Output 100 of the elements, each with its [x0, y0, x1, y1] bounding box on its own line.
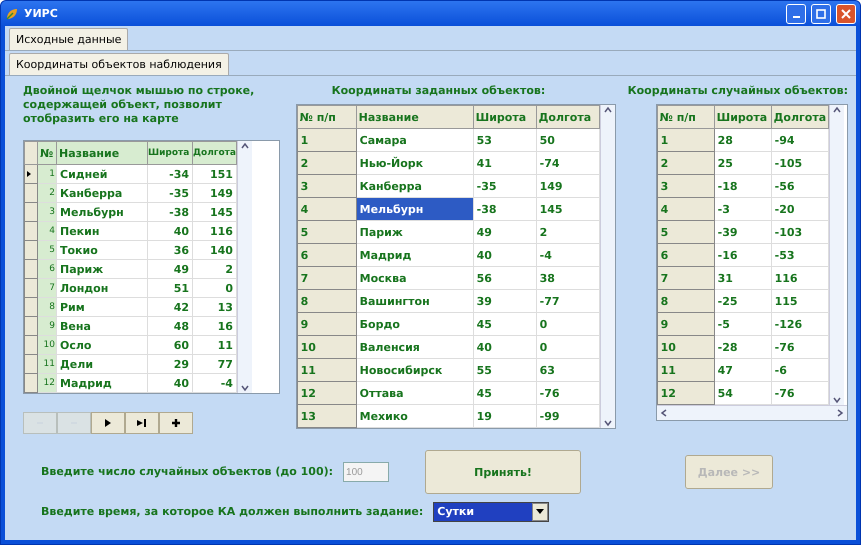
scroll-right-icon[interactable] [835, 408, 845, 418]
column-header[interactable]: № [38, 142, 56, 164]
table-cell: Канберра [356, 174, 474, 198]
table-cell: 13 [192, 298, 236, 316]
table-cell: 5 [297, 220, 356, 244]
scroll-down-icon[interactable] [832, 395, 842, 405]
table-cell: 1 [657, 128, 714, 152]
table-cell: 31 [714, 266, 772, 290]
table-cell: Оттава [356, 382, 474, 404]
table-cell: Нью-Йорк [356, 152, 474, 174]
column-header[interactable]: Долгота [771, 106, 829, 128]
table-cell: 1 [38, 164, 56, 184]
table-cell: -74 [536, 152, 600, 174]
table-cell: 40 [473, 336, 536, 358]
scroll-down-icon[interactable] [240, 383, 250, 393]
table-cell: 10 [38, 336, 56, 354]
table-cell: 55 [473, 358, 536, 382]
table-cell: -76 [771, 382, 829, 404]
table-cell: 5 [38, 240, 56, 260]
table-cell: 10 [297, 336, 356, 358]
scroll-up-icon[interactable] [602, 105, 613, 115]
scrollbar[interactable] [236, 141, 252, 393]
table-cell: 7 [297, 266, 356, 290]
table-cell: 145 [536, 198, 600, 220]
table-cell: -105 [771, 152, 829, 174]
table-cell: -18 [714, 174, 772, 198]
column-header[interactable]: Долгота [192, 142, 236, 164]
column-header[interactable]: Широта [714, 106, 772, 128]
table-cell: 16 [192, 316, 236, 336]
close-button[interactable] [836, 4, 856, 24]
scroll-down-icon[interactable] [602, 418, 613, 428]
column-header[interactable]: № п/п [657, 106, 714, 128]
table-cell: 77 [192, 354, 236, 374]
table-cell: 38 [536, 266, 600, 290]
table-cell: Мадрид [56, 374, 148, 392]
dropdown-button[interactable] [532, 503, 548, 521]
table-cell: 6 [657, 244, 714, 266]
table-cell: 145 [192, 202, 236, 222]
table-cell: 1 [297, 128, 356, 152]
table-cell: Сидней [56, 164, 148, 184]
tab[interactable]: Координаты объектов наблюдения [9, 53, 229, 75]
table-cell: -76 [771, 336, 829, 358]
column-header[interactable]: Название [356, 106, 474, 128]
current-row-icon [25, 170, 33, 178]
table-cell: -77 [536, 290, 600, 312]
table-cell: 8 [657, 290, 714, 312]
table-cell: -94 [771, 128, 829, 152]
table-cell: -35 [473, 174, 536, 198]
table-cell: Дели [56, 354, 148, 374]
column-header[interactable]: Широта [148, 142, 192, 164]
table-cell: 2 [192, 260, 236, 278]
scroll-up-icon[interactable] [240, 141, 250, 151]
column-header[interactable]: Название [56, 142, 148, 164]
navigator-button[interactable] [125, 412, 159, 434]
table-cell: 12 [297, 382, 356, 404]
table-cell: Бордо [356, 312, 474, 336]
column-header[interactable]: Широта [473, 106, 536, 128]
scrollbar[interactable] [600, 105, 615, 428]
table-cell: 40 [148, 374, 192, 392]
time-dropdown[interactable]: Сутки [433, 502, 550, 522]
row-indicator[interactable] [24, 164, 38, 184]
table-cell: 47 [714, 358, 772, 382]
table-cell: 9 [297, 312, 356, 336]
table-cell: Самара [356, 128, 474, 152]
column-header[interactable]: № п/п [297, 106, 356, 128]
table-cell: 12 [38, 374, 56, 392]
minimize-button[interactable] [786, 4, 806, 24]
maximize-button[interactable] [811, 4, 831, 24]
scrollbar[interactable] [829, 105, 844, 405]
close-icon [841, 8, 851, 18]
table-cell: 48 [148, 316, 192, 336]
table-cell: Вашингтон [356, 290, 474, 312]
table-cell: -39 [714, 220, 772, 244]
table-cell: 9 [657, 312, 714, 336]
table-cell: -38 [473, 198, 536, 220]
table-cell: 13 [297, 404, 356, 428]
accept-button[interactable]: Принять! [425, 450, 582, 494]
table-cell: -4 [536, 244, 600, 266]
scroll-left-icon[interactable] [658, 408, 669, 418]
table-cell: 7 [38, 278, 56, 298]
table-cell: 2 [297, 152, 356, 174]
horizontal-scrollbar[interactable] [656, 405, 847, 420]
tab[interactable]: Исходные данные [9, 28, 128, 50]
table-cell: 8 [297, 290, 356, 312]
table-cell: -4 [192, 374, 236, 392]
table-cell: 4 [38, 222, 56, 240]
table-cell: 40 [473, 244, 536, 266]
table-cell: 11 [297, 358, 356, 382]
table-cell: 10 [657, 336, 714, 358]
navigator-button[interactable] [91, 412, 125, 434]
table-cell: 12 [657, 382, 714, 404]
scroll-up-icon[interactable] [832, 105, 842, 115]
table-cell: -76 [536, 382, 600, 404]
section-title: Координаты случайных объектов: [628, 84, 848, 98]
navigator-button[interactable] [159, 412, 193, 434]
table-cell: -56 [771, 174, 829, 198]
table-cell: Париж [356, 220, 474, 244]
table-cell: 3 [297, 174, 356, 198]
column-header[interactable]: Долгота [536, 106, 600, 128]
table-cell: Рим [56, 298, 148, 316]
